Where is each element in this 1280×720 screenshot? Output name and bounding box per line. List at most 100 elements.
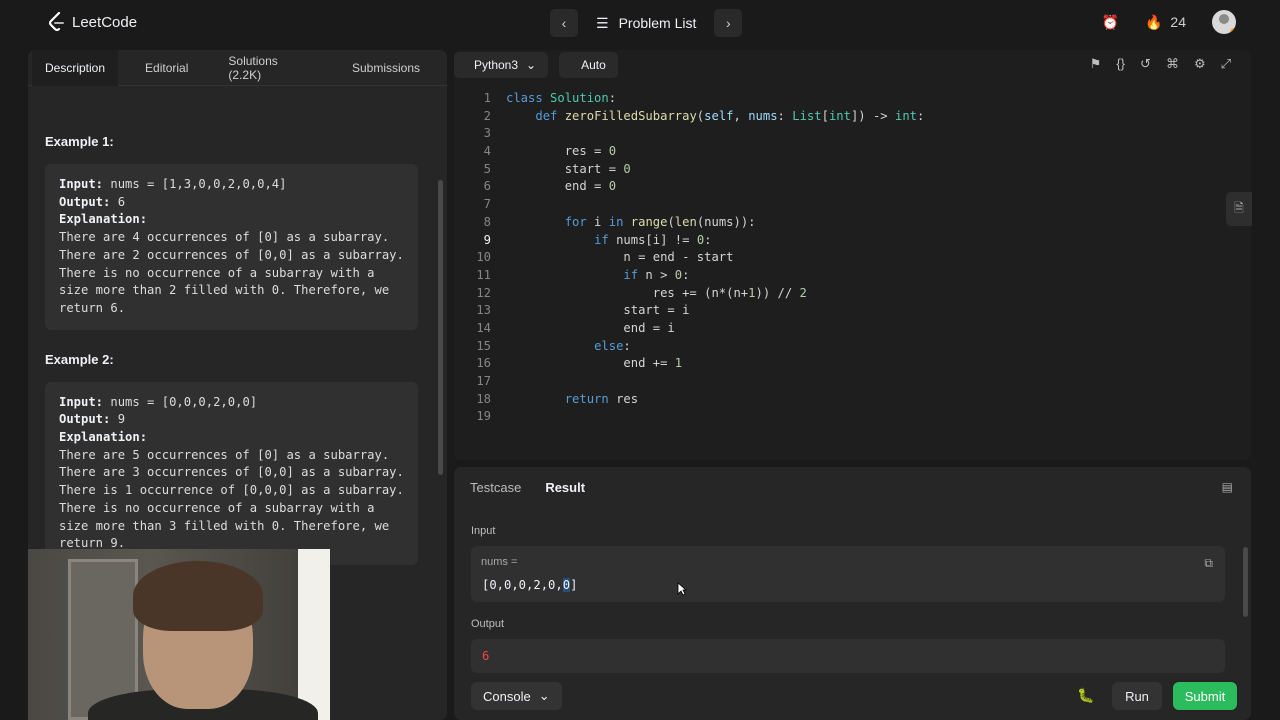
example-2-explanation: There are 5 occurrences of [0] as a suba… [59, 447, 404, 551]
result-scrollbar[interactable] [1243, 547, 1248, 617]
code-line: 7 [483, 197, 491, 212]
example-1-explanation: There are 4 occurrences of [0] as a suba… [59, 230, 404, 315]
reset-icon[interactable]: ↺ [1140, 56, 1151, 72]
tab-description[interactable]: Description [32, 50, 119, 86]
alarm-clock-icon[interactable]: ⏰ [1102, 14, 1119, 31]
braces-icon[interactable]: {} [1116, 56, 1125, 72]
expand-icon[interactable]: ⤢ [1221, 56, 1231, 72]
code-line: 6 end = 0 [483, 179, 617, 194]
input-box: nums = [0,0,0,2,0,0] ⧉ [471, 546, 1225, 602]
code-line: 2 def zeroFilledSubarray(self, nums: Lis… [483, 108, 925, 123]
example-1-output-label: Output: [59, 194, 111, 209]
layout-icon[interactable]: ▤ [1222, 480, 1233, 494]
leetcode-logo[interactable]: LeetCode [48, 12, 137, 32]
description-scrollbar[interactable] [438, 180, 443, 475]
example-2-output-label: Output: [59, 412, 111, 427]
result-panel: Testcase Result ▤ Input nums = [0,0,0,2,… [454, 467, 1251, 720]
code-line: 10 n = end - start [476, 250, 734, 265]
run-button[interactable]: Run [1112, 682, 1162, 710]
example-2-input: nums = [0,0,0,2,0,0] [103, 394, 258, 409]
example-2-title: Example 2: [45, 351, 114, 367]
problem-list-label: Problem List [618, 15, 697, 31]
chevron-down-icon: ⌄ [526, 58, 537, 72]
output-label: Output [471, 618, 505, 630]
console-button[interactable]: Console ⌄ [471, 682, 562, 710]
code-line: 16 end += 1 [476, 356, 683, 371]
code-line: 14 end = i [476, 320, 675, 335]
output-box: 6 [471, 639, 1225, 673]
tab-submissions[interactable]: Submissions [339, 50, 433, 86]
tab-solutions[interactable]: Solutions (2.2K) [215, 50, 325, 86]
left-tabs: Description Editorial Solutions (2.2K) S… [28, 50, 447, 86]
fire-icon: 🔥 [1144, 13, 1163, 30]
webcam-overlay [28, 549, 330, 720]
top-right-controls: ⏰ 🔥 24 [1102, 10, 1236, 34]
code-line: 1 class Solution: [483, 91, 617, 105]
problem-list-button[interactable]: ☰ Problem List [586, 9, 706, 37]
example-1-box: Input: nums = [1,3,0,0,2,0,0,4] Output: … [45, 164, 418, 330]
input-label: Input [471, 525, 496, 537]
code-line: 17 [476, 374, 491, 388]
tab-editorial[interactable]: Editorial [132, 50, 201, 86]
example-2-input-label: Input: [59, 394, 104, 409]
problem-description: Example 1: Input: nums = [1,3,0,0,2,0,0,… [45, 134, 418, 587]
chevron-left-icon: ‹ [561, 15, 567, 31]
input-var-label: nums = [481, 556, 518, 568]
example-2-box: Input: nums = [0,0,0,2,0,0] Output: 9 Ex… [45, 381, 418, 565]
webcam-wall-light [298, 549, 330, 720]
language-select[interactable]: Python3 ⌄ [454, 52, 549, 78]
input-value[interactable]: [0,0,0,2,0,0] [482, 578, 577, 592]
selected-text: 0 [562, 578, 571, 592]
logo-text: LeetCode [72, 13, 138, 31]
example-1-title: Example 1: [45, 134, 114, 149]
prev-problem-button[interactable]: ‹ [550, 9, 578, 37]
next-problem-button[interactable]: › [714, 9, 743, 37]
code-line: 13 start = i [476, 303, 690, 318]
copy-icon[interactable]: ⧉ [1204, 556, 1213, 571]
code-area[interactable]: 1 class Solution: 2 def zeroFilledSubarra… [454, 90, 1251, 426]
example-1-explanation-label: Explanation: [59, 212, 148, 227]
file-icon[interactable]: 🗎 [1226, 192, 1252, 226]
code-line: 19 [476, 409, 491, 424]
language-label: Python3 [474, 58, 519, 72]
streak-counter[interactable]: 🔥 24 [1145, 14, 1186, 31]
submit-button[interactable]: Submit [1173, 682, 1237, 710]
code-line: 4 res = 0 [483, 144, 617, 159]
avatar[interactable] [1212, 10, 1236, 34]
debug-icon[interactable]: 🐛 [1077, 687, 1094, 704]
top-bar: LeetCode ‹ ☰ Problem List › ⏰ 🔥 24 [0, 0, 1280, 46]
tab-testcase[interactable]: Testcase [470, 467, 521, 507]
leetcode-logo-icon [48, 12, 64, 32]
bookmark-icon[interactable]: ⚑ [1090, 56, 1102, 72]
code-line-current: 9 if nums[i] != 0: [483, 232, 712, 247]
code-line: 5 start = 0 [483, 161, 631, 176]
example-2-output: 9 [110, 412, 126, 427]
example-1-input: nums = [1,3,0,0,2,0,0,4] [103, 177, 287, 191]
command-icon[interactable]: ⌘ [1166, 56, 1179, 72]
code-line: 11 if n > 0: [476, 267, 690, 282]
code-line: 3 [483, 126, 491, 141]
result-tabs: Testcase Result [454, 467, 1251, 507]
console-label: Console [483, 688, 531, 704]
mouse-cursor-icon [677, 582, 687, 596]
streak-count: 24 [1170, 14, 1186, 30]
example-2-explanation-label: Explanation: [59, 430, 148, 445]
code-editor-panel: Python3 ⌄ Auto ⚑ {} ↺ ⌘ ⚙ ⤢ 1 class Solut… [454, 50, 1251, 460]
notification-dot [1230, 28, 1236, 34]
webcam-person-hair [133, 561, 263, 631]
example-1-input-label: Input: [59, 177, 104, 191]
code-line: 15 else: [476, 338, 631, 353]
chevron-right-icon: › [726, 15, 731, 31]
settings-icon[interactable]: ⚙ [1194, 56, 1206, 72]
tab-result[interactable]: Result [545, 467, 585, 507]
example-1-output: 6 [110, 194, 126, 209]
auto-button[interactable]: Auto [559, 52, 618, 78]
chevron-down-icon: ⌄ [538, 688, 550, 703]
code-line: 8 for i in range(len(nums)): [483, 214, 756, 229]
code-line: 18 return res [476, 391, 639, 406]
editor-icons: ⚑ {} ↺ ⌘ ⚙ ⤢ [1090, 56, 1231, 72]
code-line: 12 res += (n*(n+1)) // 2 [476, 285, 807, 300]
problem-nav: ‹ ☰ Problem List › [550, 9, 743, 37]
output-value: 6 [482, 649, 490, 663]
list-icon: ☰ [596, 14, 609, 31]
